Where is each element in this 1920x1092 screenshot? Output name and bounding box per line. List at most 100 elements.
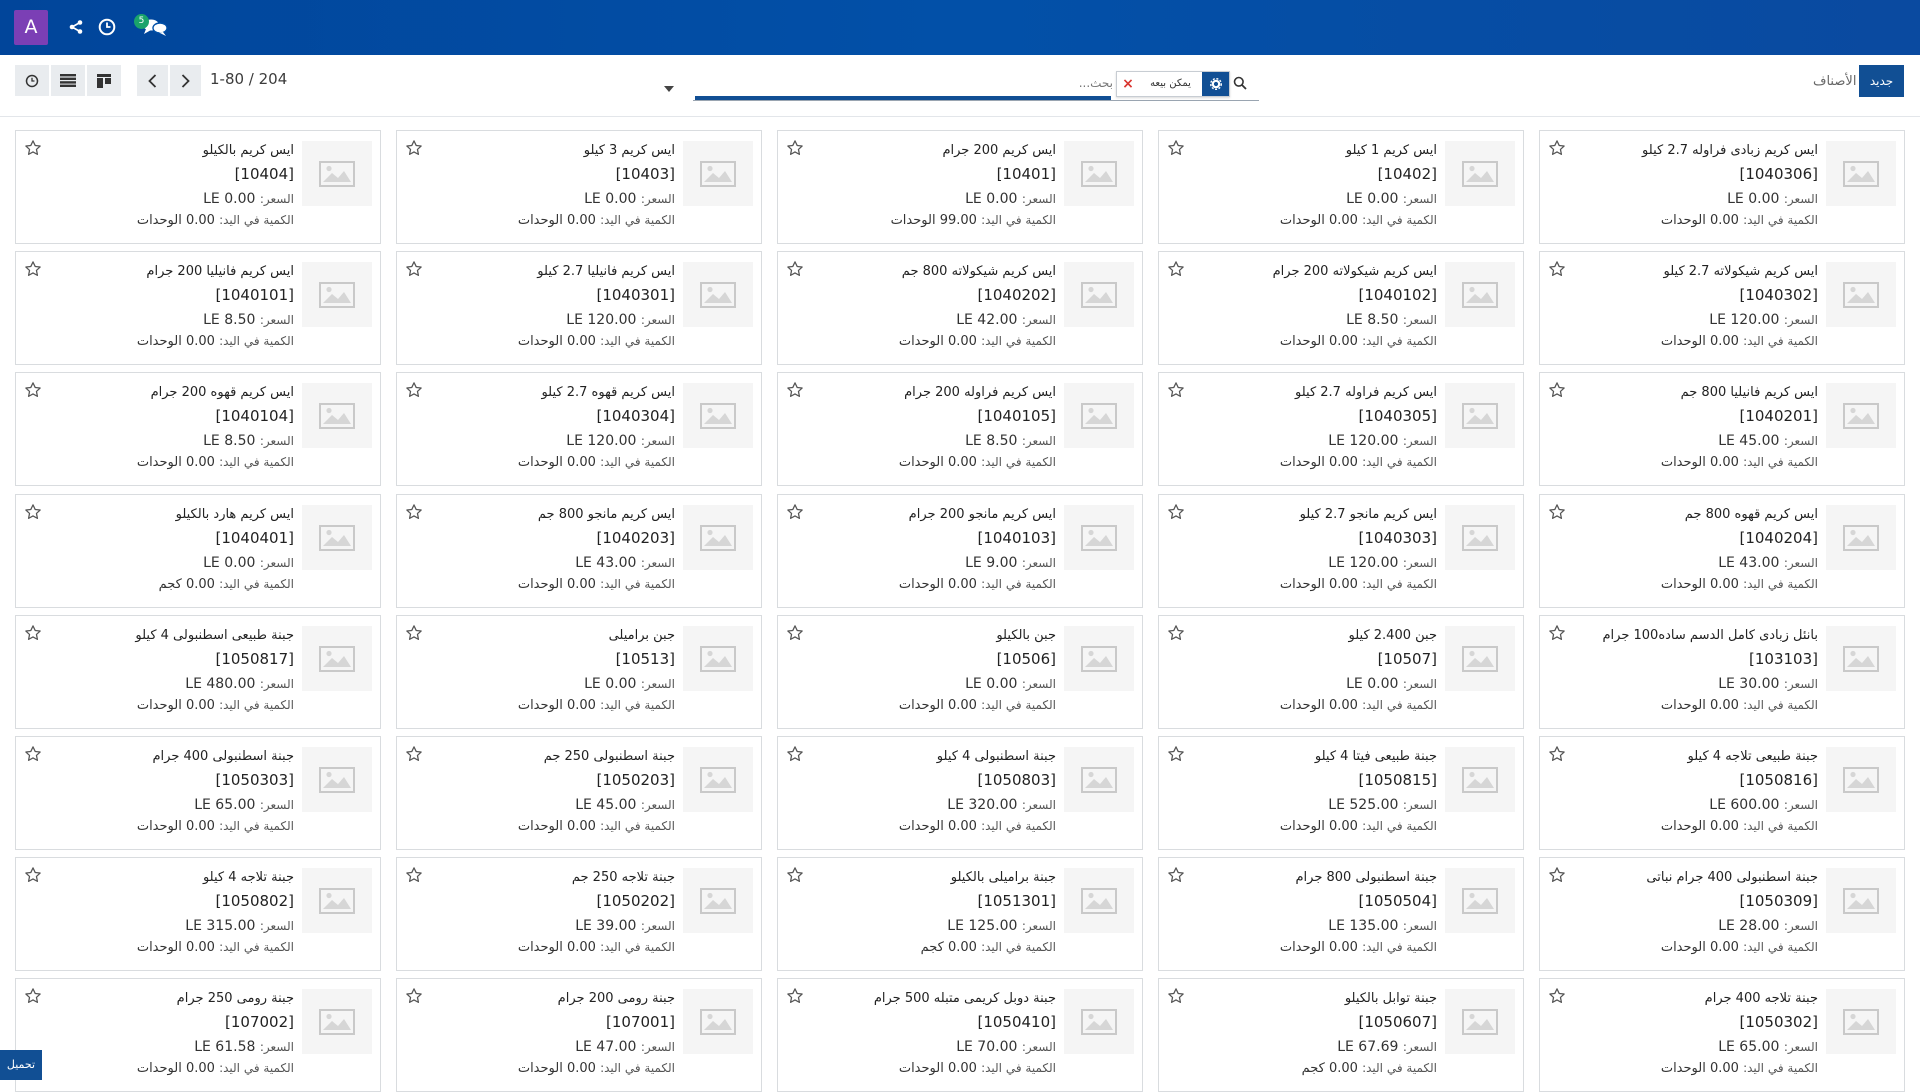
product-card[interactable]: ايس كريم 1 كيلو [10402] السعر: LE 0.00 الكم… <box>1158 130 1524 244</box>
product-price: السعر: LE 9.00 <box>796 554 1056 572</box>
kanban-view-button[interactable] <box>87 65 121 96</box>
qty-value: 0.00 كجم <box>1301 1061 1358 1076</box>
search-input[interactable] <box>695 72 1113 94</box>
new-button[interactable]: جديد <box>1859 65 1904 97</box>
product-card[interactable]: جبنة برامیلی بالكيلو [1051301] السعر: LE 1… <box>777 857 1143 971</box>
product-card[interactable]: ايس كريم فراوله 200 جرام [1040105] السعر: … <box>777 372 1143 486</box>
product-name: ايس كريم قهوه 2.7 كيلو <box>541 385 675 400</box>
product-card[interactable]: ايس كريم قهوه 2.7 كيلو [1040304] السعر: LE… <box>396 372 762 486</box>
product-card[interactable]: جبنة اسطنبولى 400 جرام [1050303] السعر: LE… <box>15 736 381 850</box>
search-icon[interactable] <box>1233 75 1247 94</box>
price-value: LE 61.58 <box>194 1039 256 1055</box>
load-button[interactable]: تحميل <box>0 1050 42 1080</box>
image-placeholder-icon <box>302 383 372 448</box>
product-name: ايس كريم بالكيلو <box>202 143 294 158</box>
product-card[interactable]: ايس كريم قهوه 800 جم [1040204] السعر: LE 4… <box>1539 494 1905 608</box>
price-label: السعر: <box>1783 434 1818 448</box>
product-card[interactable]: جبنة توابل بالكيلو [1050607] السعر: LE 67.… <box>1158 978 1524 1092</box>
product-code: [107002] <box>225 1013 294 1031</box>
product-card[interactable]: جبن بالكيلو [10506] السعر: LE 0.00 الكمية ف… <box>777 615 1143 729</box>
share-icon[interactable] <box>64 15 88 39</box>
product-card[interactable]: ايس كريم مانجو 800 جم [1040203] السعر: LE … <box>396 494 762 608</box>
product-card[interactable]: جبنة تلاجه 4 كيلو [1050802] السعر: LE 315.… <box>15 857 381 971</box>
user-avatar[interactable]: A <box>14 10 48 45</box>
qty-label: الكمية في اليد: <box>1743 334 1818 348</box>
product-code: [1040305] <box>1358 407 1437 425</box>
product-card[interactable]: ايس كريم هارد بالكيلو [1040401] السعر: LE … <box>15 494 381 608</box>
product-card[interactable]: ايس كريم فانيليا 200 جرام [1040101] السعر:… <box>15 251 381 365</box>
qty-label: الكمية في اليد: <box>600 334 675 348</box>
product-name: ايس كريم زبادى فراوله 2.7 كيلو <box>1642 143 1818 158</box>
product-code: [10404] <box>234 165 294 183</box>
product-card[interactable]: ايس كريم 200 جرام [10401] السعر: LE 0.00 ال… <box>777 130 1143 244</box>
product-card[interactable]: جبنة طبيعى فيتا 4 كيلو [1050815] السعر: LE… <box>1158 736 1524 850</box>
product-card[interactable]: جبنة اسطنبولى 4 كيلو [1050803] السعر: LE 3… <box>777 736 1143 850</box>
product-card[interactable]: ايس كريم فانيليا 800 جم [1040201] السعر: L… <box>1539 372 1905 486</box>
image-placeholder-icon <box>683 262 753 327</box>
product-card[interactable]: ايس كريم مانجو 200 جرام [1040103] السعر: L… <box>777 494 1143 608</box>
product-card[interactable]: جبن برامیلی [10513] السعر: LE 0.00 الكمية ف… <box>396 615 762 729</box>
price-value: LE 45.00 <box>575 797 637 813</box>
product-code: [1040203] <box>596 529 675 547</box>
qty-value: 0.00 الوحدات <box>517 819 596 834</box>
product-card[interactable]: جبنة اسطنبولى 400 جرام نباتى [1050309] الس… <box>1539 857 1905 971</box>
product-card[interactable]: ايس كريم فانيليا 2.7 كيلو [1040301] السعر:… <box>396 251 762 365</box>
facet-remove-icon[interactable]: × <box>1117 72 1139 96</box>
product-card[interactable]: ايس كريم شيكولاته 800 جم [1040202] السعر: … <box>777 251 1143 365</box>
product-card[interactable]: ايس كريم شيكولاته 2.7 كيلو [1040302] السعر… <box>1539 251 1905 365</box>
price-value: LE 39.00 <box>575 918 637 934</box>
product-price: السعر: LE 480.00 <box>34 675 294 693</box>
price-value: LE 8.50 <box>965 433 1018 449</box>
product-price: السعر: LE 70.00 <box>796 1038 1056 1056</box>
qty-label: الكمية في اليد: <box>600 577 675 591</box>
product-card[interactable]: جبنة اسطنبولى 800 جرام [1050504] السعر: LE… <box>1158 857 1524 971</box>
product-card[interactable]: ايس كريم مانجو 2.7 كيلو [1040303] السعر: L… <box>1158 494 1524 608</box>
product-card[interactable]: جبنة تلاجه 250 جم [1050202] السعر: LE 39.0… <box>396 857 762 971</box>
product-card[interactable]: بانئل زبادى كامل الدسم ساده100 جرام [1031… <box>1539 615 1905 729</box>
filter-icon <box>1202 72 1229 96</box>
price-label: السعر: <box>640 677 675 691</box>
product-card[interactable]: ايس كريم بالكيلو [10404] السعر: LE 0.00 الك… <box>15 130 381 244</box>
caret-down-icon[interactable] <box>664 77 674 96</box>
chevron-right-icon <box>181 73 190 88</box>
qty-label: الكمية في اليد: <box>1743 577 1818 591</box>
product-card[interactable]: جبنة رومى 250 جرام [107002] السعر: LE 61.5… <box>15 978 381 1092</box>
product-card[interactable]: ايس كريم 3 كيلو [10403] السعر: LE 0.00 الكم… <box>396 130 762 244</box>
list-view-button[interactable] <box>51 65 85 96</box>
product-card[interactable]: ايس كريم فراوله 2.7 كيلو [1040305] السعر: … <box>1158 372 1524 486</box>
product-card[interactable]: جبنة طبيعى تلاجه 4 كيلو [1050816] السعر: L… <box>1539 736 1905 850</box>
pager-next-button[interactable] <box>170 65 201 96</box>
product-card[interactable]: جبنة دوبل كريمى متبله 500 جرام [1050410] ا… <box>777 978 1143 1092</box>
qty-label: الكمية في اليد: <box>1362 1061 1437 1075</box>
qty-label: الكمية في اليد: <box>219 1061 294 1075</box>
price-label: السعر: <box>1402 434 1437 448</box>
product-name: جبنة اسطنبولى 250 جم <box>543 749 675 764</box>
search-focus-line <box>695 96 1111 100</box>
price-value: LE 0.00 <box>965 676 1018 692</box>
pager-previous-button[interactable] <box>137 65 168 96</box>
search-facet[interactable]: × يمكن بيعه <box>1116 71 1230 97</box>
product-card[interactable]: جبن 2.400 كيلو [10507] السعر: LE 0.00 الكمي… <box>1158 615 1524 729</box>
product-card[interactable]: جبنة رومى 200 جرام [107001] السعر: LE 47.0… <box>396 978 762 1092</box>
product-card[interactable]: ايس كريم قهوه 200 جرام [1040104] السعر: LE… <box>15 372 381 486</box>
activity-view-button[interactable] <box>15 65 49 96</box>
image-placeholder-icon <box>1826 383 1896 448</box>
image-placeholder-icon <box>1064 626 1134 691</box>
product-card[interactable]: جبنة اسطنبولى 250 جم [1050203] السعر: LE 4… <box>396 736 762 850</box>
product-price: السعر: LE 39.00 <box>415 917 675 935</box>
product-price: السعر: LE 67.69 <box>1177 1038 1437 1056</box>
product-name: ايس كريم شيكولاته 2.7 كيلو <box>1663 264 1819 279</box>
clock-icon[interactable] <box>95 15 119 39</box>
product-card[interactable]: جبنة طبيعى اسطنبولى 4 كيلو [1050817] السعر… <box>15 615 381 729</box>
product-card[interactable]: جبنة تلاجه 400 جرام [1050302] السعر: LE 65… <box>1539 978 1905 1092</box>
price-label: السعر: <box>1021 192 1056 206</box>
qty-label: الكمية في اليد: <box>981 334 1056 348</box>
image-placeholder-icon <box>683 747 753 812</box>
price-value: LE 0.00 <box>584 676 637 692</box>
product-card[interactable]: ايس كريم شيكولاته 200 جرام [1040102] السعر… <box>1158 251 1524 365</box>
price-value: LE 8.50 <box>203 433 256 449</box>
pager-value[interactable]: 1-80 / 204 <box>210 70 287 88</box>
image-placeholder-icon <box>302 868 372 933</box>
product-price: السعر: LE 45.00 <box>1558 432 1818 450</box>
product-card[interactable]: ايس كريم زبادى فراوله 2.7 كيلو [1040306] ا… <box>1539 130 1905 244</box>
